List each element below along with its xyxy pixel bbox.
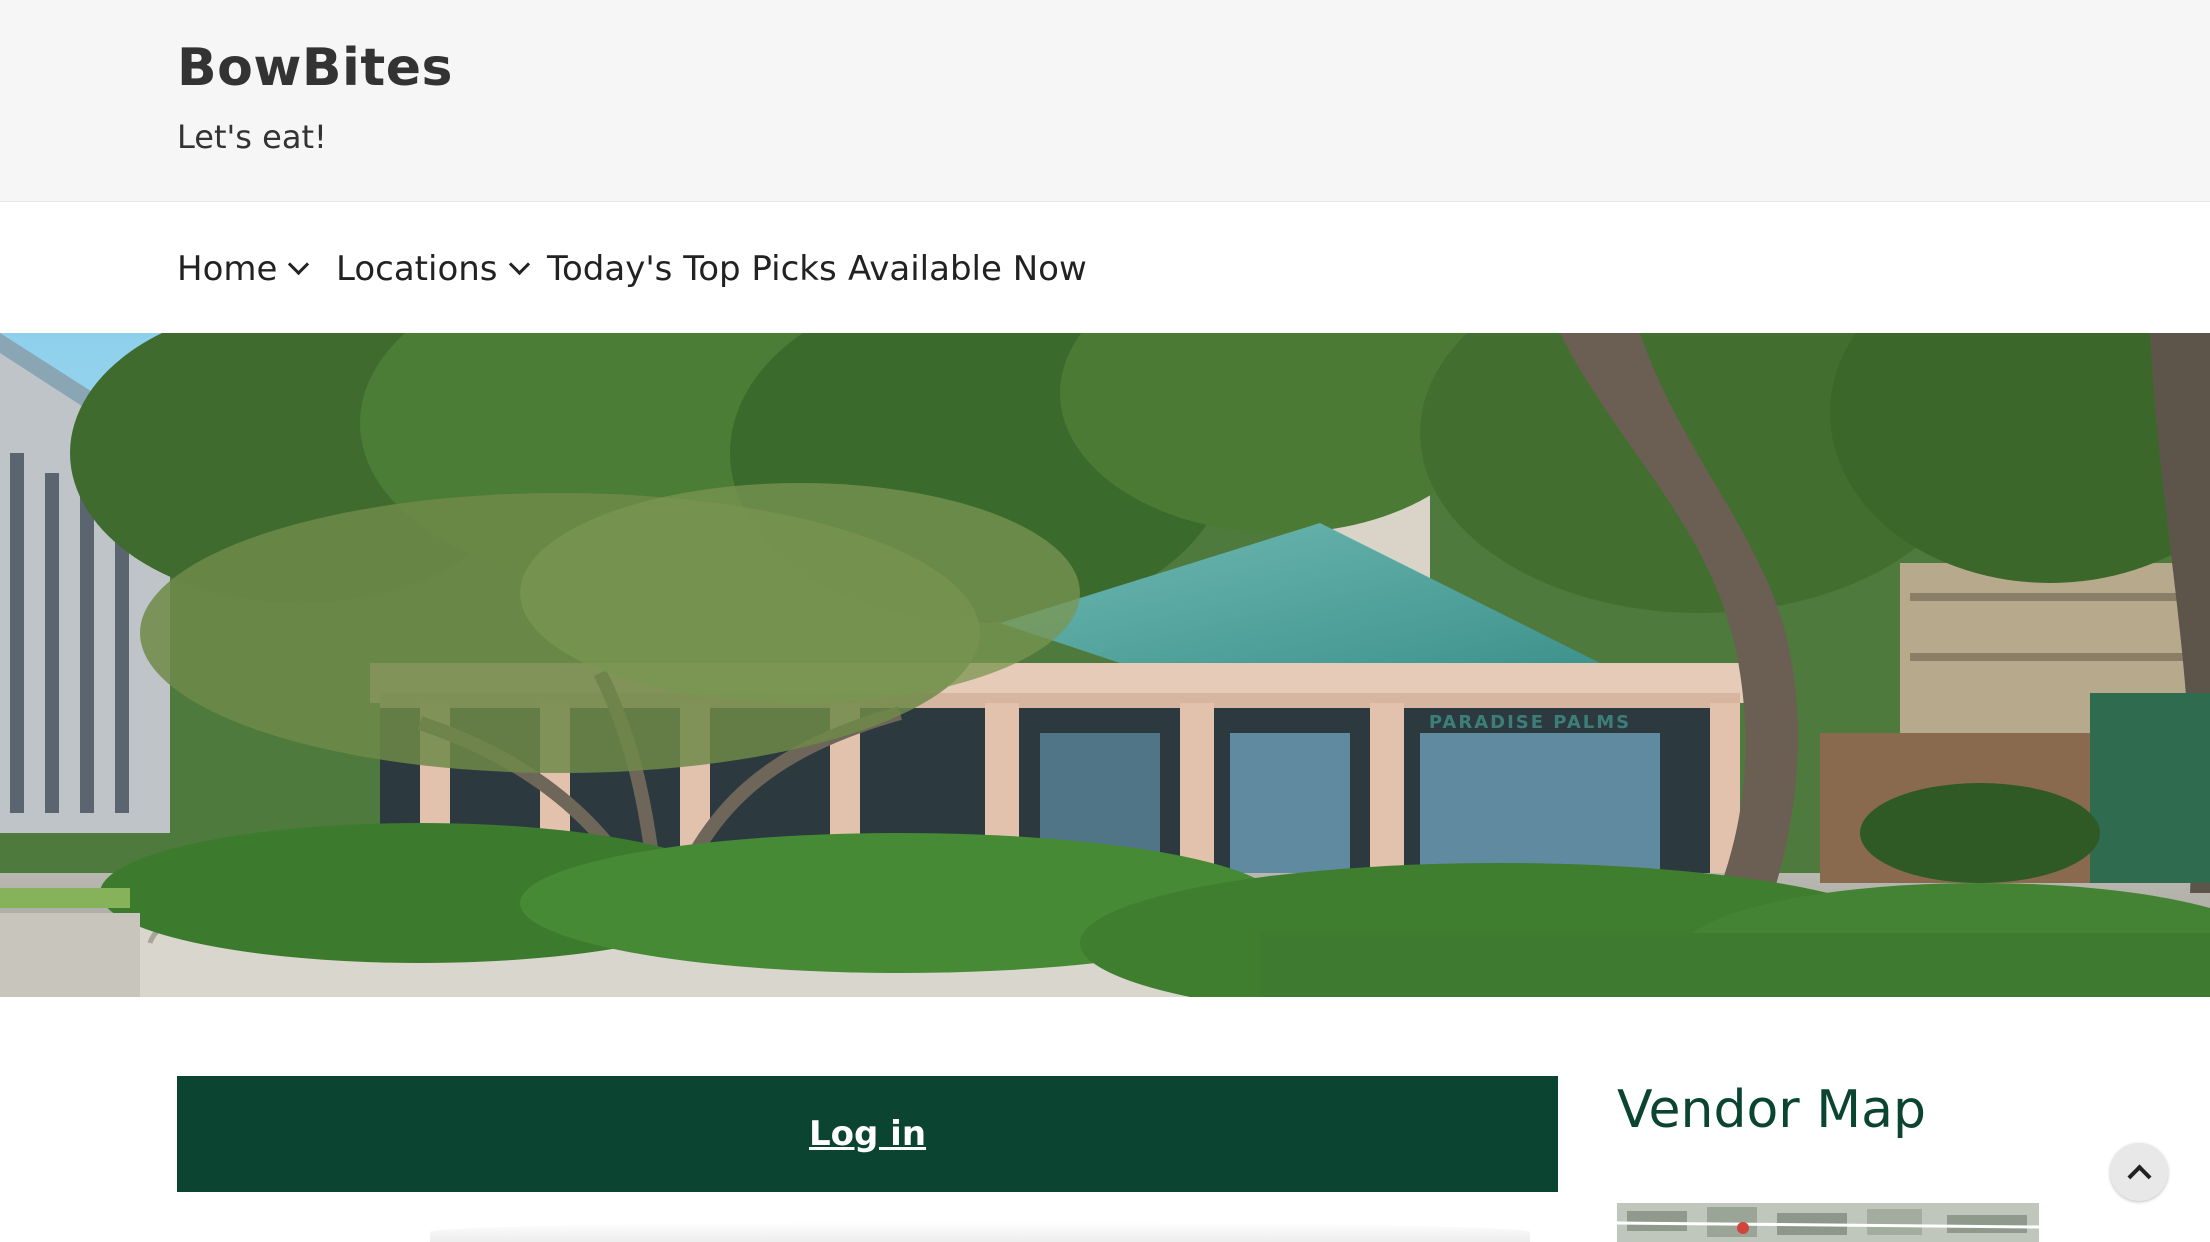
site-header: BowBites Let's eat!: [0, 0, 2210, 202]
nav-item-label: Locations: [336, 249, 498, 289]
chevron-up-icon: [2127, 1164, 2152, 1189]
scroll-to-top-button[interactable]: [2110, 1143, 2168, 1201]
chevron-down-icon: [508, 253, 530, 276]
login-banner: Log in: [177, 1076, 1558, 1192]
map-pin-icon: [1737, 1222, 1749, 1234]
site-title[interactable]: BowBites: [177, 38, 453, 98]
chevron-down-icon: [288, 253, 310, 276]
vendor-map-heading: Vendor Map: [1617, 1080, 1926, 1140]
nav-item-label: Available Now: [848, 249, 1087, 289]
hero-image: PARADISE PALMS: [0, 333, 2210, 997]
nav-item-available-now[interactable]: Available Now: [848, 249, 1087, 289]
vendor-map-image[interactable]: [1617, 1203, 2039, 1242]
main-navigation: Home Locations Today's Top Picks Availab…: [0, 203, 2210, 333]
nav-item-home[interactable]: Home: [177, 249, 310, 289]
content-card-edge: [430, 1222, 1530, 1242]
site-tagline: Let's eat!: [177, 118, 327, 156]
paradise-palms-sign: PARADISE PALMS: [1429, 712, 1631, 733]
nav-item-todays-top-picks[interactable]: Today's Top Picks: [547, 249, 837, 289]
nav-item-label: Today's Top Picks: [547, 249, 837, 289]
nav-item-locations[interactable]: Locations: [336, 249, 530, 289]
nav-item-label: Home: [177, 249, 278, 289]
login-link[interactable]: Log in: [809, 1114, 926, 1154]
